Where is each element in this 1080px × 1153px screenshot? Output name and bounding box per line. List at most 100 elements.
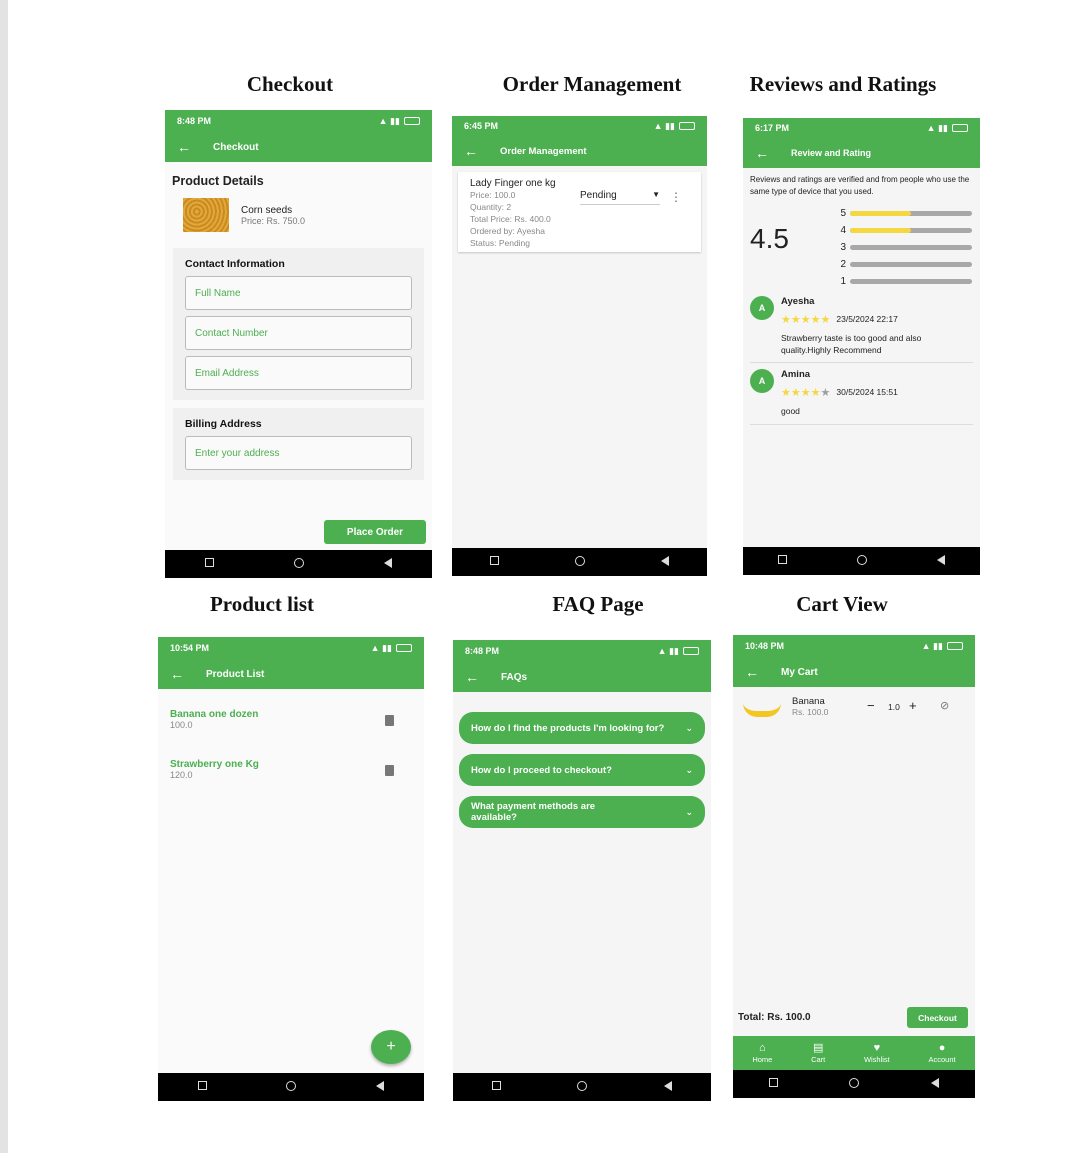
nav-home[interactable] — [279, 557, 319, 571]
nav-back[interactable] — [368, 557, 408, 571]
page-edge — [0, 0, 8, 1153]
faq-item[interactable]: How do I proceed to checkout? ⌄ — [459, 754, 705, 786]
trash-icon[interactable] — [385, 715, 394, 726]
arrow-left-icon[interactable]: ← — [177, 139, 191, 155]
battery-icon — [404, 117, 420, 125]
order-status: Status: Pending — [470, 238, 531, 248]
more-vert-icon[interactable]: ⋮ — [670, 190, 682, 204]
nav-recent[interactable] — [190, 558, 230, 570]
cart-icon: ▤ — [812, 1042, 824, 1054]
nav-recent[interactable] — [182, 1081, 222, 1093]
quantity-value: 1.0 — [888, 702, 900, 712]
product-name: Corn seeds — [241, 204, 293, 216]
battery-icon — [396, 644, 412, 652]
order-total: Total Price: Rs. 400.0 — [470, 214, 551, 224]
rating-bar-row: 4 — [836, 222, 972, 239]
nav-back[interactable] — [921, 554, 961, 568]
tab-label: Wishlist — [863, 1055, 890, 1064]
status-bar: 6:17 PM ▲ ▮▮ — [743, 118, 980, 138]
triangle-icon — [660, 555, 669, 566]
product-item[interactable]: Banana one dozen 100.0 — [170, 709, 406, 739]
title-product-list: Product list — [209, 592, 315, 616]
rating-bar-track — [850, 245, 972, 250]
email-field[interactable]: Email Address — [185, 356, 412, 390]
nav-home[interactable] — [271, 1080, 311, 1094]
circle-icon — [574, 555, 585, 566]
title-reviews: Reviews and Ratings — [749, 72, 937, 96]
nav-back[interactable] — [648, 1080, 688, 1094]
arrow-left-icon[interactable]: ← — [464, 143, 478, 159]
faq-list: How do I find the products I'm looking f… — [453, 712, 711, 828]
rating-bar-fill — [850, 228, 911, 233]
faq-item[interactable]: What payment methods are available? ⌄ — [459, 796, 705, 828]
place-order-button[interactable]: Place Order — [324, 520, 426, 544]
arrow-left-icon[interactable]: ← — [465, 669, 479, 685]
product-thumbnail — [183, 198, 229, 232]
bottom-tab-bar: ⌂ Home ▤ Cart ♥ Wishlist ● Account — [733, 1036, 975, 1070]
arrow-left-icon[interactable]: ← — [745, 664, 759, 680]
status-time: 10:54 PM — [170, 643, 210, 653]
remove-shopping-cart-icon[interactable]: ⊘ — [940, 699, 949, 712]
battery-icon — [952, 124, 968, 132]
nav-home[interactable] — [562, 1080, 602, 1094]
tab-cart[interactable]: ▤ Cart — [811, 1042, 825, 1064]
full-name-field[interactable]: Full Name — [185, 276, 412, 310]
caret-down-icon: ▼ — [652, 190, 660, 199]
nav-back[interactable] — [915, 1077, 955, 1091]
system-nav-bar — [733, 1070, 975, 1098]
rating-bar-track — [850, 262, 972, 267]
rating-bar-track — [850, 279, 972, 284]
nav-home[interactable] — [560, 555, 600, 569]
review-list: A Ayesha ★★★★★ 23/5/2024 22:17 Strawberry ta… — [743, 296, 980, 425]
star-icon: ★ — [820, 387, 831, 399]
battery-icon — [683, 647, 699, 655]
title-faq: FAQ Page — [552, 592, 644, 616]
rating-bar-track — [850, 228, 972, 233]
triangle-icon — [936, 554, 945, 565]
tab-home[interactable]: ⌂ Home — [752, 1042, 772, 1064]
arrow-left-icon[interactable]: ← — [170, 666, 184, 682]
home-icon: ⌂ — [759, 1042, 766, 1054]
app-bar-title: Checkout — [213, 141, 259, 153]
nav-recent[interactable] — [763, 555, 803, 567]
nav-back[interactable] — [645, 555, 685, 569]
nav-home[interactable] — [834, 1077, 874, 1091]
app-bar-title: Review and Rating — [791, 148, 872, 158]
star-icon: ★ — [820, 314, 831, 326]
nav-recent[interactable] — [475, 556, 515, 568]
status-dropdown[interactable]: Pending ▼ — [580, 190, 660, 205]
add-product-fab[interactable]: + — [371, 1030, 411, 1064]
status-bar: 8:48 PM ▲ ▮▮ — [165, 110, 432, 132]
nav-back[interactable] — [360, 1080, 400, 1094]
address-field[interactable]: Enter your address — [185, 436, 412, 470]
faq-question: How do I find the products I'm looking f… — [471, 722, 665, 734]
status-time: 8:48 PM — [465, 646, 500, 656]
product-item-name: Strawberry one Kg — [170, 759, 259, 770]
product-item[interactable]: Strawberry one Kg 120.0 — [170, 759, 406, 789]
nav-recent[interactable] — [476, 1081, 516, 1093]
nav-home[interactable] — [842, 554, 882, 568]
rating-bar-label: 4 — [840, 225, 846, 236]
nav-recent[interactable] — [753, 1078, 793, 1090]
increment-button[interactable]: + — [909, 698, 917, 713]
arrow-left-icon[interactable]: ← — [755, 145, 769, 161]
order-name: Lady Finger one kg — [470, 178, 556, 189]
product-item-price: 120.0 — [170, 770, 193, 780]
star-icon: ★ — [810, 387, 821, 399]
square-icon — [768, 1078, 778, 1087]
tab-account[interactable]: ● Account — [928, 1042, 955, 1064]
chevron-down-icon: ⌄ — [685, 806, 693, 817]
decrement-button[interactable]: − — [867, 698, 875, 713]
contact-number-field[interactable]: Contact Number — [185, 316, 412, 350]
trash-icon[interactable] — [385, 765, 394, 776]
tab-wishlist[interactable]: ♥ Wishlist — [864, 1042, 890, 1064]
checkout-button[interactable]: Checkout — [907, 1007, 968, 1028]
star-rating: ★★★★★ — [781, 383, 830, 401]
product-row: Corn seeds Price: Rs. 750.0 — [183, 198, 414, 232]
app-bar: ← Checkout — [165, 132, 432, 162]
review-date: 30/5/2024 15:51 — [836, 387, 898, 397]
faq-item[interactable]: How do I find the products I'm looking f… — [459, 712, 705, 744]
chevron-down-icon: ⌄ — [685, 722, 693, 733]
cart-total: Total: Rs. 100.0 — [738, 1012, 811, 1023]
star-icon: ★ — [800, 314, 811, 326]
